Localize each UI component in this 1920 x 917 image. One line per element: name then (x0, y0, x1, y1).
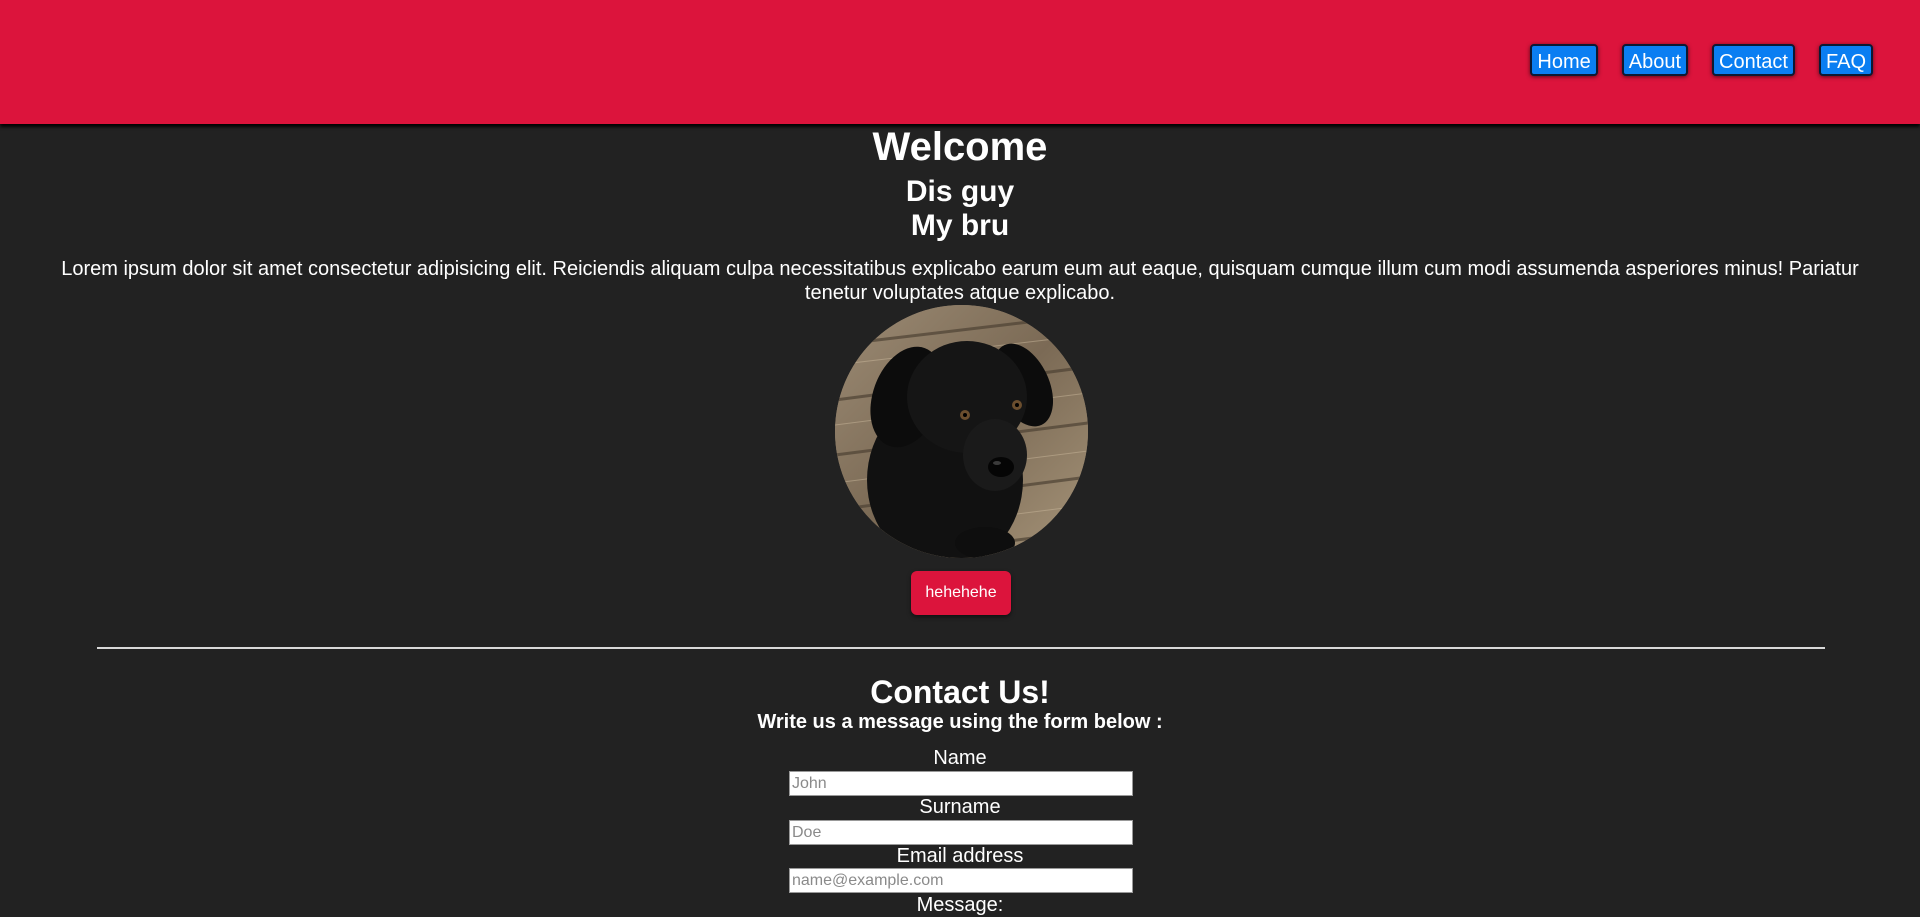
nav-home-button[interactable]: Home (1530, 44, 1598, 76)
contact-heading: Contact Us! (870, 674, 1050, 710)
email-label: Email address (896, 845, 1024, 867)
section-divider (97, 647, 1825, 649)
hehehehe-button[interactable]: hehehehe (911, 571, 1011, 615)
welcome-heading: Welcome (872, 125, 1048, 169)
surname-input[interactable] (789, 820, 1133, 845)
surname-label: Surname (919, 796, 1001, 818)
dog-photo (835, 305, 1088, 558)
contact-subheading: Write us a message using the form below … (757, 711, 1163, 733)
nav-contact-button[interactable]: Contact (1712, 44, 1795, 76)
message-label: Message: (916, 894, 1004, 916)
email-input[interactable] (789, 868, 1133, 893)
name-label: Name (933, 747, 987, 769)
nav-about-button[interactable]: About (1621, 44, 1689, 76)
subheading-2: My bru (910, 209, 1010, 242)
name-input[interactable] (789, 771, 1133, 796)
site-header: Home About Contact FAQ (0, 0, 1920, 124)
main-nav: Home About Contact FAQ (1530, 44, 1873, 76)
intro-paragraph: Lorem ipsum dolor sit amet consectetur a… (61, 258, 1859, 304)
subheading-1: Dis guy (905, 175, 1015, 208)
nav-faq-button[interactable]: FAQ (1818, 44, 1873, 76)
